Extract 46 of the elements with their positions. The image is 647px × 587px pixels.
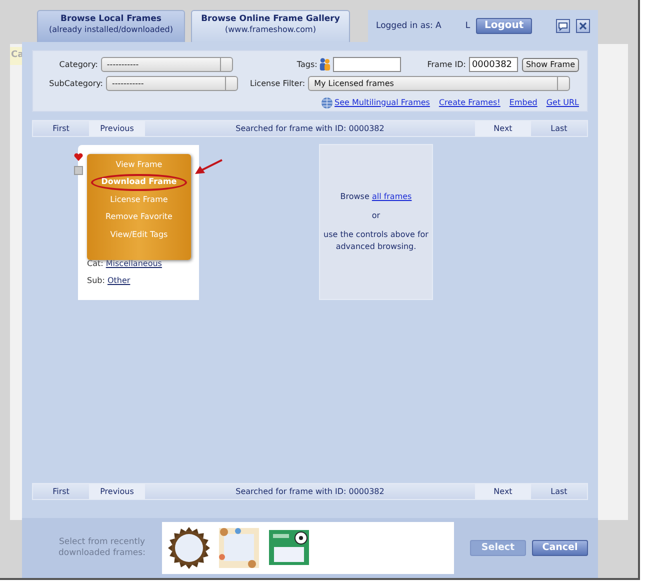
first-button[interactable]: First <box>33 121 89 136</box>
frame-id-field[interactable]: 0000382 <box>468 57 518 72</box>
search-status: Searched for frame with ID: 0000382 <box>234 486 386 498</box>
all-frames-link[interactable]: all frames <box>372 192 412 201</box>
license-filter-dropdown[interactable]: My Licensed frames <box>308 76 570 91</box>
heart-icon[interactable] <box>74 153 83 161</box>
people-icon <box>319 57 332 72</box>
tab[interactable]: Browse Local Frames (already installed/downloaded) <box>37 10 185 42</box>
or-text: or <box>372 210 380 222</box>
frame-id-label: Frame ID: <box>427 58 466 70</box>
subcategory-label: SubCategory: <box>48 78 103 90</box>
link[interactable]: See Multilingual Frames <box>334 96 430 108</box>
browse-text: Browse all frames <box>340 191 412 203</box>
license-filter-label: License Filter: <box>250 78 306 90</box>
subcategory-text: Sub: Other <box>87 276 130 285</box>
last-button[interactable]: Last <box>531 484 587 499</box>
globe-icon <box>320 96 332 108</box>
link[interactable]: Get URL <box>546 96 579 108</box>
subcategory-link[interactable]: Other <box>107 276 130 285</box>
link[interactable]: Embed <box>509 96 538 108</box>
search-status: Searched for frame with ID: 0000382 <box>234 122 386 134</box>
tab[interactable]: Browse Online Frame Gallery (www.frameshow.com) <box>191 10 350 42</box>
frame-thumbnail[interactable] <box>218 527 260 569</box>
close-icon[interactable] <box>576 19 590 33</box>
category-link[interactable]: Miscellaneous <box>106 259 162 268</box>
logged-in-label: Logged in as: A <box>376 20 442 32</box>
browse-hint: use the controls above for advanced browsing. <box>322 229 430 253</box>
category-label: Category: <box>58 58 98 70</box>
previous-button[interactable]: Previous <box>89 484 145 499</box>
next-button[interactable]: Next <box>475 484 531 499</box>
chat-icon[interactable] <box>556 19 570 33</box>
category-dropdown[interactable]: ----------- <box>100 57 233 72</box>
previous-button[interactable]: Previous <box>89 121 145 136</box>
last-button[interactable]: Last <box>531 121 587 136</box>
frame-thumbnail[interactable] <box>168 527 210 569</box>
subcategory-dropdown[interactable]: ----------- <box>106 76 238 91</box>
recent-frames-label: Select from recently downloaded frames: <box>58 536 146 560</box>
tags-field[interactable] <box>333 57 402 72</box>
next-button[interactable]: Next <box>475 121 531 136</box>
pointer-arrow <box>194 158 224 176</box>
tags-label: Tags: <box>296 58 318 70</box>
category-text: Cat: Miscellaneous <box>87 259 162 268</box>
user-initial: L <box>465 20 470 32</box>
link[interactable]: Create Frames! <box>438 96 500 108</box>
first-button[interactable]: First <box>33 484 89 499</box>
show-frame-button[interactable]: Show Frame <box>522 58 579 72</box>
